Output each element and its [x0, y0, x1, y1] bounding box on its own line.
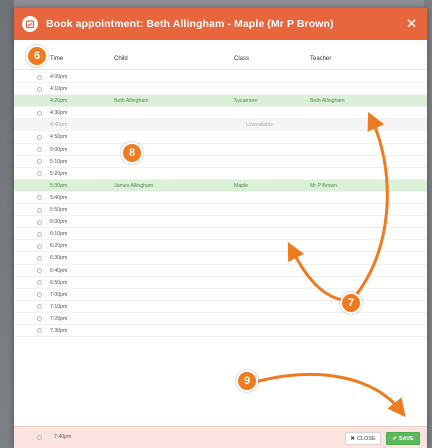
slot-radio[interactable] — [37, 255, 42, 261]
slot-radio[interactable] — [37, 304, 42, 310]
callout-marker-6: 6 — [26, 45, 48, 67]
table-row[interactable]: 7:20pm — [14, 313, 427, 325]
close-icon: ✖ — [350, 435, 355, 442]
column-header-class: Class — [234, 56, 250, 62]
slot-radio[interactable] — [37, 110, 42, 116]
slot-time: 4:50pm — [50, 134, 68, 141]
slot-class: Sycamore — [234, 98, 258, 105]
slot-child: Beth Allingham — [114, 98, 149, 105]
table-row[interactable]: 5:20pm — [14, 168, 427, 180]
slot-time: 5:00pm — [50, 146, 68, 153]
table-row[interactable]: 5:50pm — [14, 204, 427, 217]
table-row[interactable]: 6:30pm — [14, 252, 427, 265]
page-backdrop-left — [0, 0, 14, 448]
table-row[interactable]: 5:00pm — [14, 144, 427, 156]
table-row[interactable]: 5:40pm — [14, 192, 427, 205]
slot-time: 4:40pm — [50, 122, 68, 129]
calendar-check-icon — [22, 16, 38, 32]
slot-class: Maple — [234, 182, 249, 189]
slot-time: 7:10pm — [50, 303, 68, 310]
column-header-teacher: Teacher — [310, 56, 332, 62]
slot-radio[interactable] — [37, 280, 42, 286]
table-row: 4:40pm Unavailable — [14, 119, 427, 132]
slot-radio[interactable] — [37, 207, 42, 213]
slot-radio[interactable] — [37, 231, 42, 237]
table-row[interactable]: 7:30pm — [14, 325, 427, 338]
callout-marker-9: 9 — [236, 370, 258, 392]
slot-radio[interactable] — [37, 328, 42, 334]
slot-time: 6:10pm — [50, 231, 68, 238]
slot-time: 7:40pm — [54, 434, 72, 440]
unavailable-label: Unavailable — [246, 122, 274, 129]
close-button-label: CLOSE — [356, 435, 376, 442]
slot-time: 5:50pm — [50, 207, 68, 214]
table-row[interactable]: 7:00pm — [14, 289, 427, 301]
book-appointment-modal: Book appointment: Beth Allingham - Maple… — [14, 8, 427, 448]
slot-radio[interactable] — [37, 243, 42, 249]
slot-radio[interactable] — [37, 147, 42, 153]
save-button-label: SAVE — [399, 435, 414, 442]
callout-marker-8: 8 — [121, 142, 143, 164]
slot-radio[interactable] — [37, 292, 42, 298]
slot-radio[interactable] — [37, 195, 42, 201]
slot-time: 6:00pm — [50, 219, 68, 226]
slot-time: 5:10pm — [50, 158, 68, 165]
slot-radio[interactable] — [37, 316, 42, 322]
table-row[interactable]: 6:10pm — [14, 228, 427, 241]
slot-time: 4:30pm — [50, 110, 68, 117]
column-header-child: Child — [114, 56, 128, 62]
slot-child: James Allingham — [114, 182, 154, 189]
slot-radio[interactable] — [37, 86, 42, 92]
table-row[interactable]: 4:50pm — [14, 131, 427, 144]
slot-time: 5:40pm — [50, 194, 68, 201]
table-row: 5:30pm James Allingham Maple Mr P Brown — [14, 179, 427, 192]
close-icon[interactable]: ✕ — [406, 16, 417, 32]
check-icon: ✔ — [392, 435, 398, 442]
table-header: Time Child Class Teacher — [14, 48, 427, 70]
table-row[interactable]: 6:20pm — [14, 240, 427, 253]
slot-radio[interactable] — [37, 159, 42, 165]
table-row[interactable]: 5:10pm — [14, 156, 427, 168]
slot-time: 7:30pm — [50, 327, 68, 334]
callout-marker-7: 7 — [340, 292, 362, 314]
table-row: 4:20pm Beth Allingham Sycamore Beth Allingh… — [14, 95, 427, 108]
slot-teacher: Mr P Brown — [310, 182, 338, 189]
modal-footer: 7:40pm ✖ CLOSE ✔ SAVE — [14, 426, 427, 448]
slot-radio[interactable] — [37, 74, 42, 80]
slot-time: 4:20pm — [50, 98, 68, 105]
table-row[interactable]: 4:10pm — [14, 83, 427, 96]
slot-radio[interactable] — [37, 268, 42, 273]
slot-time: 4:10pm — [50, 86, 68, 93]
slot-radio[interactable] — [37, 134, 42, 140]
close-button[interactable]: ✖ CLOSE — [345, 432, 381, 445]
table-row[interactable]: 4:00pm — [14, 71, 427, 84]
slot-time: 7:00pm — [50, 291, 68, 298]
save-button[interactable]: ✔ SAVE — [386, 432, 420, 445]
slot-time: 5:20pm — [50, 170, 68, 177]
slot-radio[interactable] — [37, 435, 42, 440]
table-row[interactable]: 4:30pm — [14, 107, 427, 120]
slot-radio[interactable] — [37, 171, 42, 177]
slot-time: 6:20pm — [50, 243, 68, 250]
time-slot-list: 4:00pm 4:10pm 4:20pm Beth Allingham Sycamore… — [14, 71, 427, 338]
table-row[interactable]: 6:50pm — [14, 277, 427, 289]
slot-time: 5:30pm — [50, 182, 68, 189]
table-row[interactable]: 7:10pm — [14, 301, 427, 313]
slot-time: 4:00pm — [50, 74, 68, 80]
modal-header: Book appointment: Beth Allingham - Maple… — [14, 8, 427, 40]
slot-time: 7:20pm — [50, 315, 68, 322]
slot-time: 6:40pm — [50, 267, 68, 274]
table-row[interactable]: 6:00pm — [14, 216, 427, 229]
column-header-time: Time — [50, 56, 64, 62]
slot-time: 6:50pm — [50, 279, 68, 286]
slot-radio[interactable] — [37, 219, 42, 225]
table-row[interactable]: 6:40pm — [14, 265, 427, 277]
slot-time: 6:30pm — [50, 255, 68, 262]
modal-title: Book appointment: Beth Allingham - Maple… — [46, 18, 334, 30]
slot-teacher: Beth Allingham — [310, 98, 345, 105]
